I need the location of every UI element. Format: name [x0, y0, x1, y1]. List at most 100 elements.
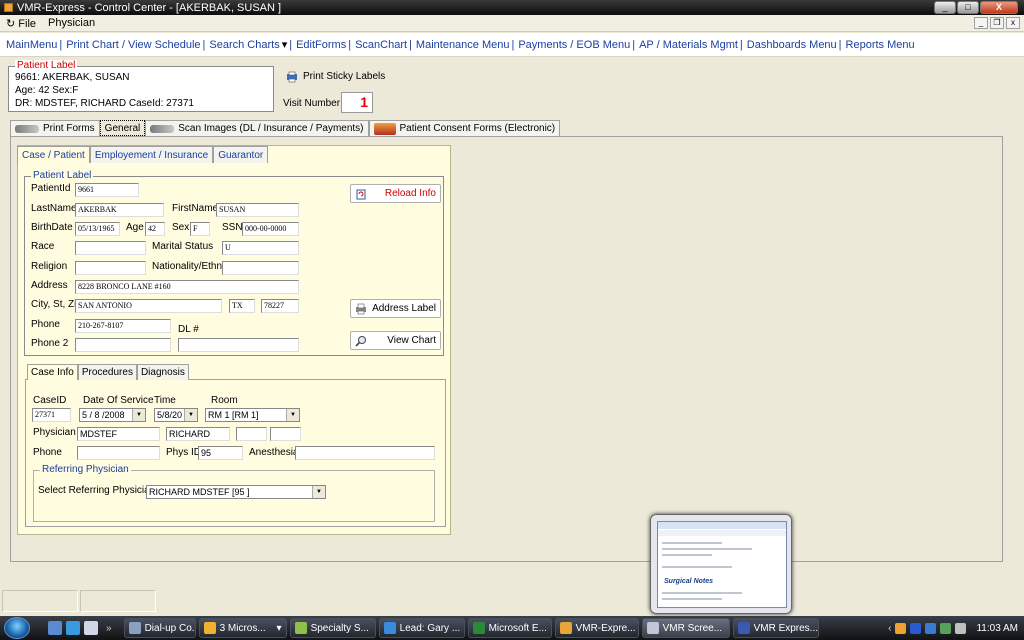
tab-print-forms[interactable]: Print Forms — [10, 120, 100, 136]
case-phone-field[interactable] — [77, 446, 160, 460]
show-desktop-icon[interactable] — [48, 621, 62, 635]
tab-diagnosis[interactable]: Diagnosis — [136, 364, 189, 380]
menu-physician[interactable]: Physician — [48, 17, 95, 29]
magnifier-icon — [355, 336, 366, 347]
age-field[interactable]: 42 — [145, 222, 165, 236]
window-titlebar[interactable]: VMR-Express - Control Center - [AKERBAK,… — [0, 0, 1024, 15]
patient-id-field[interactable]: 9661 — [75, 183, 139, 197]
maximize-button[interactable]: □ — [957, 1, 979, 14]
nav-payments[interactable]: Payments / EOB Menu — [518, 39, 630, 51]
printer-icon — [356, 303, 366, 315]
visit-number-field[interactable]: 1 — [341, 92, 373, 113]
address-field[interactable]: 8228 BRONCO LANE #160 — [75, 280, 299, 294]
birth-date-field[interactable]: 05/13/1965 — [75, 222, 120, 236]
address-label: Address — [31, 280, 68, 291]
label-printer-icon[interactable] — [286, 71, 298, 83]
nav-edit-forms[interactable]: EditForms — [296, 39, 346, 51]
info-icon[interactable] — [925, 622, 937, 634]
task-microsoft-group[interactable]: 3 Micros... ▾ — [198, 618, 287, 638]
ssn-field[interactable]: 000-00-0000 — [242, 222, 299, 236]
last-name-label: LastName — [31, 203, 77, 214]
task-specialty[interactable]: Specialty S... — [289, 618, 376, 638]
view-chart-button[interactable]: View Chart — [350, 331, 441, 350]
dl-field[interactable] — [178, 338, 299, 352]
tab-employment-insurance[interactable]: Employement / Insurance — [89, 146, 214, 163]
reload-info-button[interactable]: Reload Info — [350, 184, 441, 203]
tray-icon-2[interactable] — [910, 622, 922, 634]
minimize-button[interactable]: _ — [934, 1, 956, 14]
room-select[interactable]: RM 1 [RM 1] ▼ — [205, 408, 300, 422]
task-microsoft-excel[interactable]: Microsoft E... — [467, 618, 552, 638]
tab-procedures[interactable]: Procedures — [77, 364, 137, 380]
start-button[interactable] — [4, 617, 30, 639]
volume-icon[interactable] — [955, 622, 967, 634]
network-icon[interactable] — [940, 622, 952, 634]
nav-scan-chart[interactable]: ScanChart — [355, 39, 407, 51]
phys-id-field[interactable]: 95 — [198, 446, 243, 460]
phone2-field[interactable] — [75, 338, 171, 352]
tray-icon-1[interactable] — [895, 622, 907, 634]
tray-expand-icon[interactable]: ‹ — [888, 623, 891, 634]
marital-status-field[interactable]: U — [222, 241, 299, 255]
case-tab-strip: Case Info Procedures Diagnosis — [27, 364, 189, 380]
task-vmr-express[interactable]: VMR-Expre... — [554, 618, 639, 638]
mdi-restore-button[interactable]: ❐ — [990, 17, 1004, 29]
menu-file[interactable]: ↻ File — [6, 17, 36, 30]
mdi-minimize-button[interactable]: _ — [974, 17, 988, 29]
physician-extra-field-2[interactable] — [270, 427, 301, 441]
tab-general[interactable]: General — [99, 120, 146, 136]
clock[interactable]: 11:03 AM — [976, 623, 1018, 634]
nav-dashboards[interactable]: Dashboards Menu — [747, 39, 837, 51]
office-icon — [203, 622, 216, 634]
tab-case-info[interactable]: Case Info — [27, 364, 78, 380]
mdi-close-button[interactable]: x — [1006, 17, 1020, 29]
address-label-button[interactable]: Address Label — [350, 299, 441, 318]
quicklaunch-icon[interactable] — [84, 621, 98, 635]
task-dialup[interactable]: Dial-up Co... — [123, 618, 196, 638]
sex-field[interactable]: F — [190, 222, 210, 236]
nav-reports[interactable]: Reports Menu — [846, 39, 915, 51]
tab-scan-images[interactable]: Scan Images (DL / Insurance / Payments) — [145, 120, 369, 136]
main-tab-strip: Print Forms General Scan Images (DL / In… — [10, 119, 561, 136]
print-sticky-labels-link[interactable]: Print Sticky Labels — [303, 71, 385, 82]
ie-icon[interactable] — [66, 621, 80, 635]
nav-ap-materials[interactable]: AP / Materials Mgmt — [639, 39, 738, 51]
tab-guarantor[interactable]: Guarantor — [213, 146, 269, 163]
chevron-down-icon: ▼ — [286, 409, 299, 421]
task-vmr-express-2[interactable]: VMR Expres... — [732, 618, 819, 638]
dos-label: Date Of Service — [83, 395, 154, 406]
task-lead-gary[interactable]: Lead: Gary ... — [378, 618, 465, 638]
zip-field[interactable]: 78227 — [261, 299, 299, 313]
phone-field[interactable]: 210-267-8107 — [75, 319, 171, 333]
phone-label: Phone — [31, 319, 60, 330]
patient-form-legend: Patient Label — [31, 170, 94, 181]
religion-field[interactable] — [75, 261, 146, 275]
state-field[interactable]: TX — [229, 299, 255, 313]
nav-maintenance[interactable]: Maintenance Menu — [416, 39, 510, 51]
task-vmr-screen[interactable]: VMR Scree... — [641, 618, 730, 638]
city-field[interactable]: SAN ANTONIO — [75, 299, 222, 313]
last-name-field[interactable]: AKERBAK — [75, 203, 164, 217]
anesthesia-field[interactable] — [295, 446, 435, 460]
physician-last-name-field[interactable]: MDSTEF — [77, 427, 160, 441]
tab-case-patient[interactable]: Case / Patient — [17, 146, 90, 163]
date-of-service-select[interactable]: 5 / 8 /2008 ▼ — [79, 408, 146, 422]
case-id-field[interactable]: 27371 — [32, 408, 71, 422]
physician-first-name-field[interactable]: RICHARD — [166, 427, 230, 441]
dl-label: DL # — [178, 324, 199, 335]
system-tray: ‹ 11:03 AM — [882, 616, 1024, 640]
referring-physician-select[interactable]: RICHARD MDSTEF [95 ] ▼ — [146, 485, 326, 499]
time-select[interactable]: 5/8/20 ▼ — [154, 408, 198, 422]
first-name-field[interactable]: SUSAN — [216, 203, 299, 217]
nav-print-chart[interactable]: Print Chart / View Schedule — [66, 39, 200, 51]
nav-search-charts[interactable]: Search Charts — [209, 39, 279, 51]
close-button[interactable]: X — [980, 1, 1018, 14]
word-icon — [737, 622, 750, 634]
taskbar-preview-thumbnail[interactable]: Surgical Notes — [650, 514, 792, 614]
physician-extra-field-1[interactable] — [236, 427, 267, 441]
tab-consent-forms[interactable]: Patient Consent Forms (Electronic) — [368, 120, 561, 136]
nationality-field[interactable] — [222, 261, 299, 275]
nav-main-menu[interactable]: MainMenu — [6, 39, 57, 51]
race-field[interactable] — [75, 241, 146, 255]
quicklaunch-overflow-icon[interactable]: » — [106, 623, 112, 634]
